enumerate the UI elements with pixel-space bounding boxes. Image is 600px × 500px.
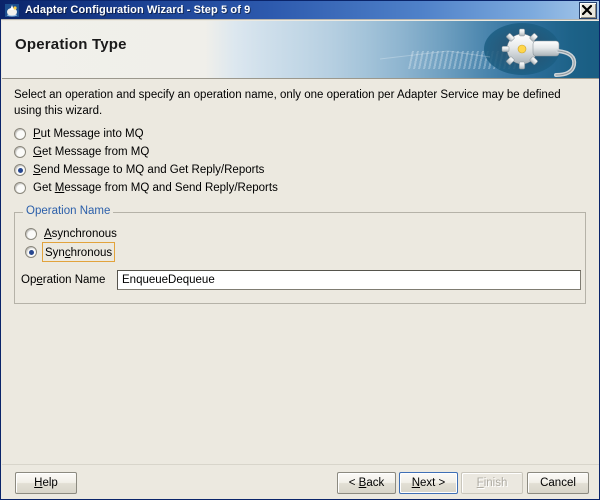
back-button[interactable]: < Back: [337, 472, 396, 494]
radio-send-message-to-mq-and-get-reply-reports[interactable]: Send Message to MQ and Get Reply/Reports: [14, 161, 278, 179]
operation-name-group: Operation Name Asynchronous Synchronous …: [14, 212, 586, 304]
radio-label: Put Message into MQ: [33, 128, 144, 140]
window-title: Adapter Configuration Wizard - Step 5 of…: [25, 4, 250, 16]
radio-get-message-from-mq[interactable]: Get Message from MQ: [14, 143, 278, 161]
operation-name-value: EnqueueDequeue: [122, 274, 215, 286]
next-button[interactable]: Next >: [399, 472, 458, 494]
intro-text: Select an operation and specify an opera…: [14, 87, 589, 119]
radio-put-message-into-mq[interactable]: Put Message into MQ: [14, 125, 278, 143]
close-icon[interactable]: [579, 2, 597, 19]
help-button-label: Help: [34, 477, 58, 489]
operation-radio-group: Put Message into MQ Get Message from MQ …: [14, 125, 278, 197]
wizard-dialog: Adapter Configuration Wizard - Step 5 of…: [0, 0, 600, 500]
gear-cable-graphic: [370, 21, 600, 78]
radio-indicator[interactable]: [25, 246, 37, 258]
radio-indicator[interactable]: [14, 146, 26, 158]
radio-asynchronous[interactable]: Asynchronous: [25, 225, 117, 243]
radio-label: Asynchronous: [44, 228, 117, 240]
back-button-label: < Back: [349, 477, 385, 489]
title-bar[interactable]: Adapter Configuration Wizard - Step 5 of…: [1, 1, 600, 20]
dialog-footer: Help < Back Next > Finish Cancel: [2, 465, 600, 500]
radio-indicator[interactable]: [25, 228, 37, 240]
radio-indicator[interactable]: [14, 182, 26, 194]
dialog-content: Select an operation and specify an opera…: [2, 79, 600, 464]
radio-label: Get Message from MQ and Send Reply/Repor…: [33, 182, 278, 194]
radio-get-message-from-mq-and-send-reply-reports[interactable]: Get Message from MQ and Send Reply/Repor…: [14, 179, 278, 197]
help-button[interactable]: Help: [15, 472, 77, 494]
radio-indicator[interactable]: [14, 164, 26, 176]
radio-label: Get Message from MQ: [33, 146, 149, 158]
operation-name-input[interactable]: EnqueueDequeue: [117, 270, 581, 290]
group-title: Operation Name: [23, 205, 113, 217]
operation-name-field-row: Operation Name EnqueueDequeue: [21, 270, 581, 290]
wizard-icon: [4, 3, 20, 18]
next-button-label: Next >: [412, 477, 446, 489]
cancel-button[interactable]: Cancel: [527, 472, 589, 494]
radio-indicator[interactable]: [14, 128, 26, 140]
finish-button-label: Finish: [477, 477, 508, 489]
wizard-banner: Operation Type: [2, 21, 600, 79]
cancel-button-label: Cancel: [540, 477, 576, 489]
radio-synchronous[interactable]: Synchronous: [25, 243, 117, 261]
radio-label: Synchronous: [45, 247, 112, 259]
focus-outline: Synchronous: [42, 242, 115, 262]
radio-label: Send Message to MQ and Get Reply/Reports: [33, 164, 264, 176]
page-title: Operation Type: [15, 36, 127, 53]
operation-name-label: Operation Name: [21, 274, 117, 286]
sync-mode-radio-group: Asynchronous Synchronous: [25, 225, 117, 261]
finish-button: Finish: [461, 472, 523, 494]
